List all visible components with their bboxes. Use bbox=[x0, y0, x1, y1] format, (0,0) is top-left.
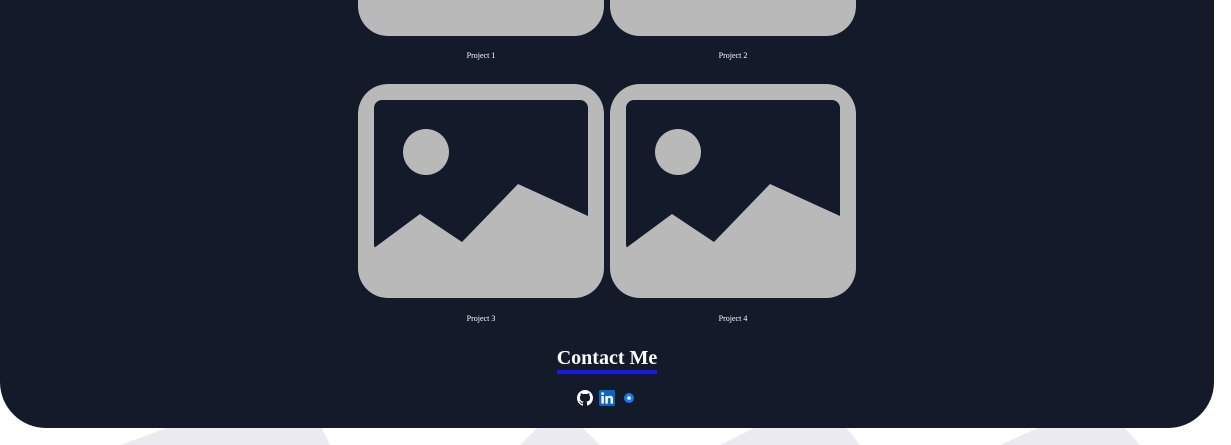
contact-section-heading: Contact Me bbox=[0, 346, 1214, 374]
project-2-thumbnail[interactable] bbox=[610, 0, 856, 36]
github-link[interactable] bbox=[577, 390, 593, 406]
email-icon bbox=[624, 393, 634, 403]
email-link[interactable] bbox=[621, 390, 637, 406]
project-3-caption: Project 3 bbox=[466, 314, 496, 323]
projects-panel: Project 1 Project 2 Project 3 Project 4 … bbox=[0, 0, 1214, 428]
linkedin-icon bbox=[599, 390, 615, 406]
github-icon bbox=[577, 390, 593, 406]
image-placeholder-icon bbox=[610, 84, 856, 298]
project-4-thumbnail[interactable] bbox=[610, 84, 856, 298]
linkedin-link[interactable] bbox=[599, 390, 615, 406]
image-placeholder-icon bbox=[610, 0, 856, 36]
image-placeholder-icon bbox=[358, 0, 604, 36]
project-1-thumbnail[interactable] bbox=[358, 0, 604, 36]
project-1-caption: Project 1 bbox=[466, 51, 496, 60]
social-links bbox=[0, 390, 1214, 406]
project-4-caption: Project 4 bbox=[718, 314, 748, 323]
image-placeholder-icon bbox=[358, 84, 604, 298]
contact-title: Contact Me bbox=[556, 346, 658, 374]
project-3-thumbnail[interactable] bbox=[358, 84, 604, 298]
project-2-caption: Project 2 bbox=[718, 51, 748, 60]
